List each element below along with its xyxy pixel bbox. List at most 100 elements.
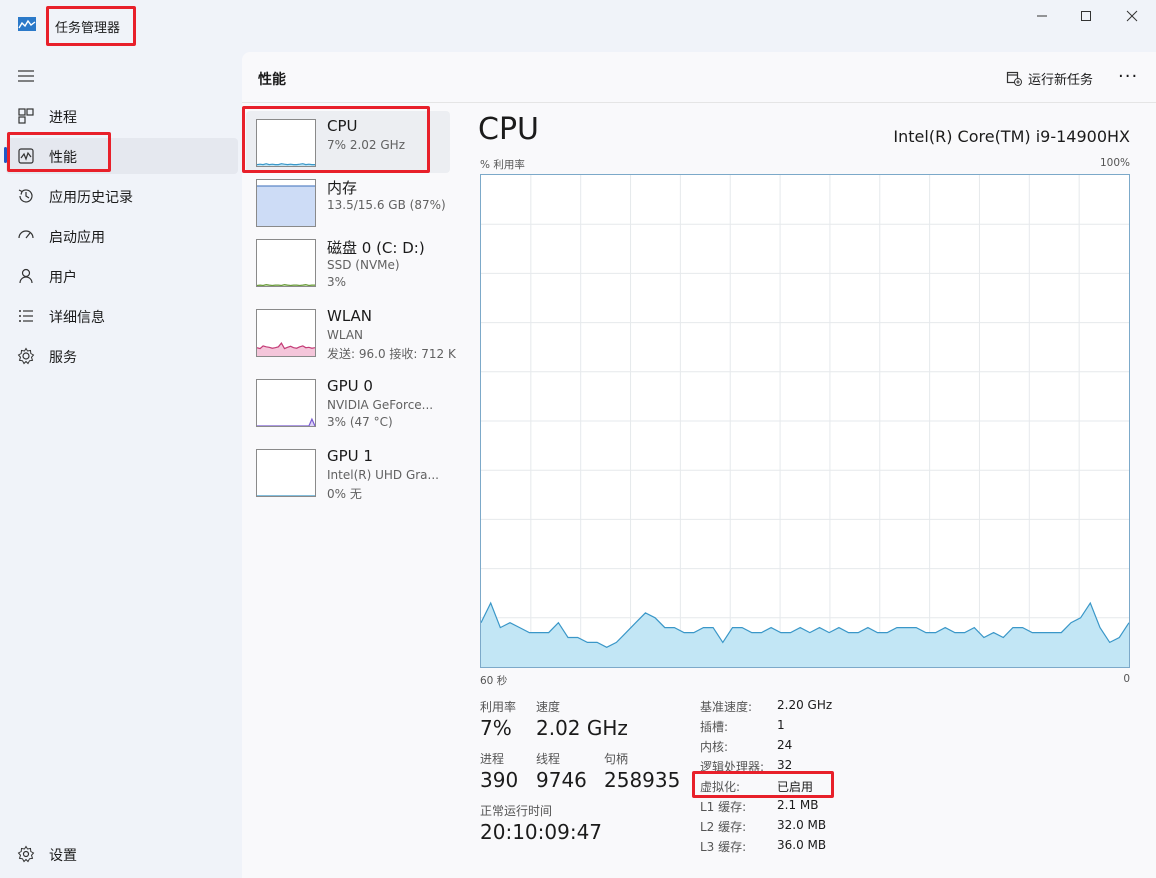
more-options-button[interactable]: ··· (1118, 66, 1138, 87)
device-thumbnail (256, 309, 316, 357)
device-detail: WLAN (327, 328, 364, 342)
settings-label: 设置 (49, 848, 77, 864)
detail-title: CPU (478, 112, 539, 147)
spec-label: 内核: (700, 740, 729, 754)
spec-label: L3 缓存: (700, 840, 747, 854)
device-gpu-1[interactable]: GPU 1 Intel(R) UHD Gra... 0% 无 (246, 441, 450, 503)
task-manager-app-icon (18, 17, 36, 31)
sidebar-item-label: 性能 (49, 150, 77, 166)
device-memory[interactable]: 内存 13.5/15.6 GB (87%) (246, 171, 450, 233)
spec-label: 基准速度: (700, 700, 753, 714)
sidebar-item-label: 用户 (49, 270, 77, 286)
sidebar-item-label: 启动应用 (49, 230, 105, 246)
window-title: 任务管理器 (55, 21, 121, 36)
usage-area (257, 186, 315, 226)
device-name: 磁盘 0 (C: D:) (327, 239, 425, 257)
speed-label: 速度 (536, 700, 561, 714)
processes-icon (18, 108, 34, 124)
performance-icon (18, 148, 34, 164)
device-detail: NVIDIA GeForce... (327, 398, 434, 412)
sidebar-item-performance[interactable]: 性能 (6, 138, 238, 174)
sidebar-item-label: 进程 (49, 110, 77, 126)
graph-y-max: 100% (1099, 157, 1130, 169)
title-bar: 任务管理器 (0, 0, 1156, 52)
run-new-task-label: 运行新任务 (1028, 72, 1094, 88)
device-thumbnail (256, 239, 316, 287)
run-task-icon (1006, 71, 1022, 86)
header-divider (242, 102, 1156, 103)
processes-value: 390 (480, 768, 519, 792)
spec-value: 1 (777, 718, 785, 732)
gpu0-mini-graph (257, 417, 315, 426)
device-name: GPU 1 (327, 447, 373, 465)
device-detail: Intel(R) UHD Gra... (327, 468, 439, 482)
device-name: CPU (327, 117, 358, 135)
app-history-icon (18, 189, 33, 203)
spec-label: L1 缓存: (700, 800, 747, 814)
spec-value: 32 (777, 758, 793, 772)
active-indicator (4, 147, 7, 163)
device-name: WLAN (327, 307, 373, 325)
details-icon (19, 310, 33, 322)
minimize-button[interactable] (1022, 6, 1062, 26)
utilization-label: 利用率 (480, 700, 517, 714)
cpu-usage-graph (480, 174, 1130, 668)
cpu-mini-graph (257, 163, 315, 166)
sidebar-item-app-history[interactable]: 应用历史记录 (6, 178, 238, 214)
spec-label: 插槽: (700, 720, 729, 734)
handles-value: 258935 (604, 768, 681, 792)
spec-label: 虚拟化: (700, 780, 741, 794)
handles-label: 句柄 (604, 752, 629, 766)
spec-label: L2 缓存: (700, 820, 747, 834)
graph-time-left: 60 秒 (480, 675, 508, 687)
users-icon (19, 268, 33, 284)
device-thumbnail (256, 379, 316, 427)
close-icon (1126, 10, 1138, 22)
sidebar-item-users[interactable]: 用户 (6, 258, 238, 294)
hamburger-menu-icon[interactable] (16, 66, 36, 86)
usage-area (257, 343, 315, 356)
sidebar-item-details[interactable]: 详细信息 (6, 298, 238, 334)
usage-area (481, 603, 1129, 667)
device-detail: 3% (327, 275, 347, 289)
cpu-model-name: Intel(R) Core(TM) i9-14900HX (893, 127, 1130, 146)
sidebar-item-label: 应用历史记录 (49, 190, 133, 206)
spec-value: 36.0 MB (777, 838, 827, 852)
sidebar-item-processes[interactable]: 进程 (6, 98, 238, 134)
device-detail: 7% 2.02 GHz (327, 138, 406, 152)
graph-y-label: % 利用率 (480, 159, 525, 171)
sidebar-item-settings[interactable]: 设置 (6, 836, 238, 872)
spec-value: 2.1 MB (777, 798, 819, 812)
maximize-button[interactable] (1066, 6, 1106, 26)
device-detail: SSD (NVMe) (327, 258, 400, 272)
spec-label: 逻辑处理器: (700, 760, 765, 774)
run-new-task-button[interactable]: 运行新任务 (1006, 68, 1093, 88)
sidebar-item-label: 详细信息 (49, 310, 105, 326)
processes-label: 进程 (480, 752, 505, 766)
services-icon (17, 347, 35, 365)
spec-value: 24 (777, 738, 793, 752)
close-button[interactable] (1112, 6, 1152, 26)
wlan-mini-graph (257, 342, 315, 356)
page-title: 性能 (258, 72, 286, 88)
device-thumbnail (256, 119, 316, 167)
device-disk-0[interactable]: 磁盘 0 (C: D:) SSD (NVMe) 3% (246, 231, 450, 293)
sidebar-item-label: 服务 (49, 350, 77, 366)
device-thumbnail (256, 179, 316, 227)
uptime-value: 20:10:09:47 (480, 820, 603, 844)
device-detail: 发送: 96.0 接收: 712 K (327, 347, 456, 361)
device-gpu-0[interactable]: GPU 0 NVIDIA GeForce... 3% (47 °C) (246, 371, 450, 433)
maximize-icon (1081, 11, 1091, 21)
threads-label: 线程 (536, 752, 561, 766)
gpu1-mini-graph (257, 495, 315, 496)
cpu-usage-chart (480, 175, 1130, 667)
sidebar-item-startup-apps[interactable]: 启动应用 (6, 218, 238, 254)
device-detail: 3% (47 °C) (327, 415, 393, 429)
usage-area (257, 419, 315, 426)
device-cpu[interactable]: CPU 7% 2.02 GHz (246, 111, 450, 173)
device-name: GPU 0 (327, 377, 373, 395)
minimize-icon (1037, 15, 1047, 17)
device-wlan[interactable]: WLAN WLAN 发送: 96.0 接收: 712 K (246, 301, 456, 363)
sidebar-item-services[interactable]: 服务 (6, 338, 238, 374)
threads-value: 9746 (536, 768, 587, 792)
